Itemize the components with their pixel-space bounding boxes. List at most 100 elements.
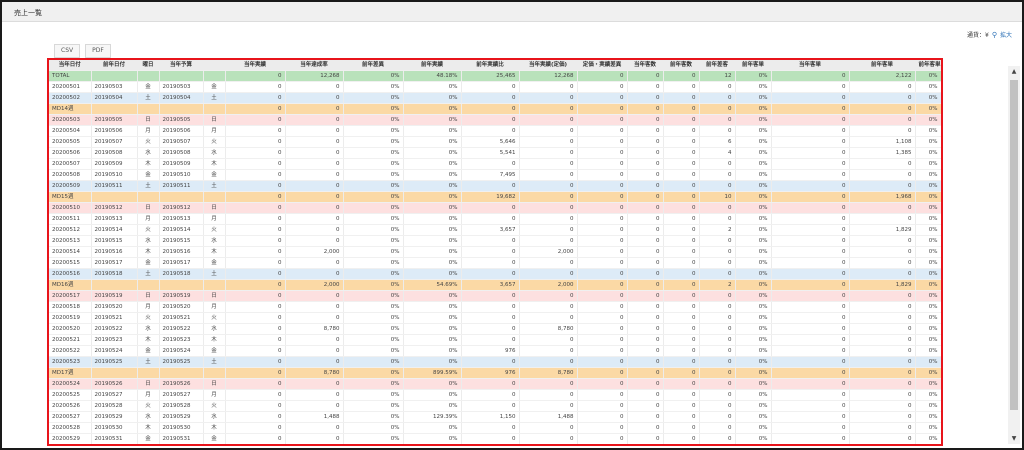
- table-cell: 0%: [403, 422, 462, 434]
- table-cell: 0%: [403, 334, 462, 346]
- table-cell: 0: [849, 246, 916, 258]
- table-cell: 20200519: [49, 312, 92, 324]
- table-cell: 129.39%: [403, 411, 462, 423]
- column-header[interactable]: 当年実績(定価): [519, 60, 578, 71]
- table-cell: 月: [137, 125, 160, 137]
- column-header[interactable]: 前年差客: [699, 60, 736, 71]
- table-cell: 20190528: [159, 400, 204, 412]
- table-cell: 0: [577, 378, 628, 390]
- table-cell: 0%: [735, 125, 772, 137]
- column-header[interactable]: 当年日付: [49, 60, 92, 71]
- column-header[interactable]: 定価・実績差異: [577, 60, 628, 71]
- table-cell: 0%: [343, 180, 404, 192]
- table-cell: 0: [627, 70, 664, 82]
- table-cell: 20200510: [49, 202, 92, 214]
- table-cell: 1,385: [849, 147, 916, 159]
- column-header[interactable]: 前年実績: [403, 60, 462, 71]
- table-cell: 0: [849, 301, 916, 313]
- table-cell: 0%: [735, 92, 772, 104]
- table-cell: 8,780: [519, 323, 578, 335]
- table-cell: 0%: [343, 213, 404, 225]
- table-cell: 0%: [343, 367, 404, 379]
- table-cell: 金: [137, 81, 160, 93]
- table-cell: 20190531: [159, 433, 204, 444]
- column-header[interactable]: 当年客単: [771, 60, 850, 71]
- scrollbar-thumb[interactable]: [1010, 80, 1018, 410]
- column-header[interactable]: 前年実績比: [461, 60, 520, 71]
- title-bar: 売上一覧: [2, 2, 1022, 22]
- table-cell: 0: [577, 323, 628, 335]
- table-cell: 0%: [915, 202, 941, 214]
- table-cell: 0: [577, 158, 628, 170]
- column-header[interactable]: 前年客単: [735, 60, 772, 71]
- table-cell: 金: [137, 433, 160, 444]
- table-cell: 0: [627, 114, 664, 126]
- table-cell: 0: [699, 169, 736, 181]
- table-cell: 0%: [735, 290, 772, 302]
- table-cell: 0: [285, 114, 344, 126]
- table-cell: 0: [461, 356, 520, 368]
- table-cell: 0%: [403, 180, 462, 192]
- csv-button[interactable]: CSV: [54, 44, 81, 58]
- table-cell: 金: [203, 257, 226, 269]
- scroll-down-icon[interactable]: ▼: [1008, 435, 1020, 442]
- column-header[interactable]: 前年日付: [91, 60, 138, 71]
- table-cell: 火: [203, 224, 226, 236]
- magnifier-icon[interactable]: ⚲: [992, 31, 997, 39]
- column-header[interactable]: [203, 60, 226, 71]
- table-cell: 0: [577, 213, 628, 225]
- column-header[interactable]: 前年客単: [849, 60, 916, 71]
- table-cell: 0: [699, 389, 736, 401]
- table-cell: 0: [771, 378, 850, 390]
- table-cell: 0: [577, 356, 628, 368]
- table-row: 20200504 20190506 月 20190506 月 0 0 0% 0% 0 0 0 0 0 0 0%…: [49, 125, 941, 137]
- zoom-link[interactable]: 拡大: [1000, 30, 1012, 39]
- table-cell: 0: [225, 169, 286, 181]
- table-cell: 0%: [735, 301, 772, 313]
- pdf-button[interactable]: PDF: [85, 44, 111, 58]
- table-cell: 20190503: [91, 81, 138, 93]
- column-header[interactable]: 前年客単: [915, 60, 941, 71]
- table-cell: 0: [771, 312, 850, 324]
- table-cell: 20190530: [91, 422, 138, 434]
- table-cell: 0: [849, 180, 916, 192]
- column-header[interactable]: 前年差異: [343, 60, 404, 71]
- table-cell: 0: [627, 246, 664, 258]
- table-cell: 0%: [735, 147, 772, 159]
- table-cell: 20190521: [91, 312, 138, 324]
- table-cell: 0%: [915, 411, 941, 423]
- table-cell: 0: [699, 334, 736, 346]
- column-header[interactable]: 当年客数: [627, 60, 664, 71]
- table-cell: 0: [225, 290, 286, 302]
- table-cell: 0: [285, 202, 344, 214]
- table-cell: 0%: [403, 147, 462, 159]
- vertical-scrollbar[interactable]: ▲ ▼: [1008, 66, 1020, 444]
- column-header[interactable]: 当年実績: [225, 60, 286, 71]
- table-cell: 土: [137, 268, 160, 280]
- table-cell: 0: [699, 312, 736, 324]
- table-cell: 0%: [403, 378, 462, 390]
- table-cell: 8,780: [519, 367, 578, 379]
- table-cell: 0%: [915, 70, 941, 82]
- column-header[interactable]: 当年予算: [159, 60, 204, 71]
- table-cell: 20190509: [91, 158, 138, 170]
- table-cell: 0: [627, 92, 664, 104]
- column-header[interactable]: 前年客数: [663, 60, 700, 71]
- table-cell: 0: [225, 92, 286, 104]
- table-cell: 25,465: [461, 70, 520, 82]
- table-cell: 0: [699, 445, 735, 447]
- table-cell: 2: [699, 224, 736, 236]
- table-cell: 0: [577, 169, 628, 181]
- scroll-up-icon[interactable]: ▲: [1008, 68, 1020, 75]
- table-cell: 0: [699, 323, 736, 335]
- table-cell: 0%: [735, 224, 772, 236]
- table-cell: 日: [137, 290, 160, 302]
- table-cell: [159, 367, 204, 379]
- table-cell: 0%: [343, 169, 404, 181]
- table-cell: 20200511: [49, 213, 92, 225]
- column-header[interactable]: 当年達成率: [285, 60, 344, 71]
- column-header[interactable]: 曜日: [137, 60, 160, 71]
- table-cell: 0: [577, 411, 628, 423]
- table-cell: 0: [577, 114, 628, 126]
- table-cell: 0: [577, 180, 628, 192]
